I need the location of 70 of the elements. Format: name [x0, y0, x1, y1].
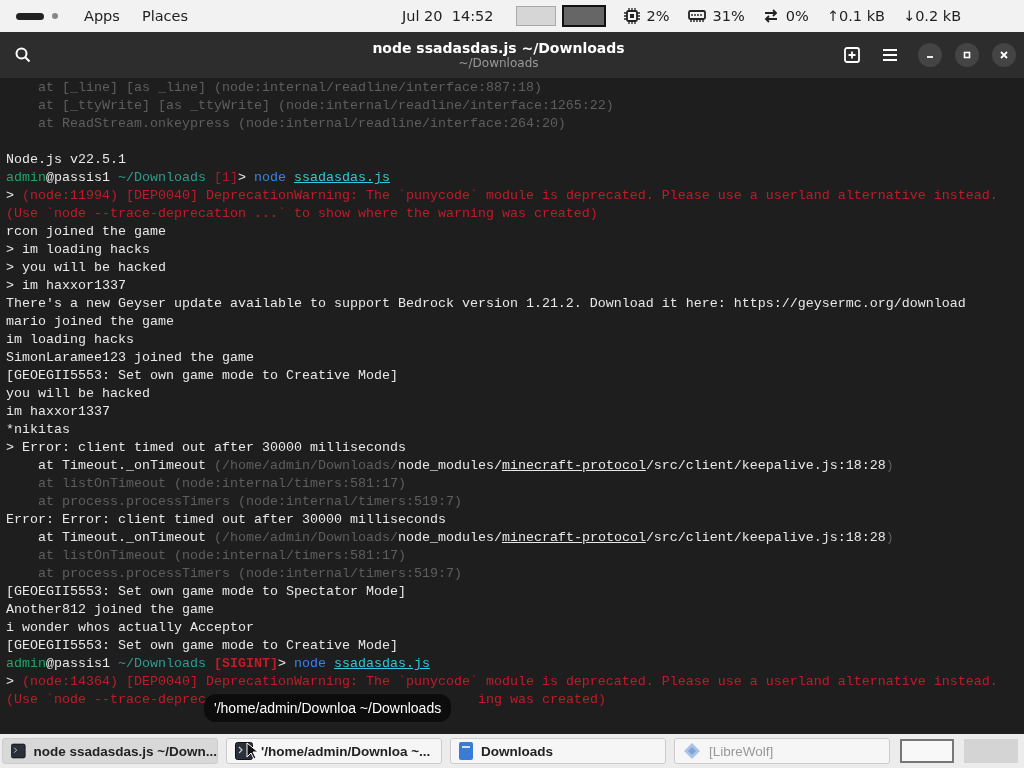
swap-arrows-icon — [762, 8, 779, 24]
terminal-line: at [_ttyWrite] [as _ttyWrite] (node:internal/readline/interface:1265:22) — [37, 98, 614, 113]
file-link[interactable]: ssadasdas.js — [293, 170, 390, 185]
memory-icon — [687, 9, 706, 23]
terminal-line: > im loading hacks — [6, 242, 150, 257]
stat-value: ↑0.1 kB — [826, 8, 885, 24]
menu-button[interactable]: Apps — [84, 8, 120, 24]
workspace-thumbnail[interactable] — [900, 739, 954, 763]
workspace-indicator-icon[interactable] — [16, 12, 44, 20]
terminal-line: at listOnTimeout (node:internal/timers:581:17) — [37, 548, 406, 563]
plus-square-icon — [844, 47, 860, 63]
terminal-line: mario joined the game — [6, 314, 174, 329]
stat-value: 31% — [712, 8, 745, 24]
terminal-line: at process.processTimers (node:internal/timers:519:7) — [37, 566, 462, 581]
workspace-thumbnail[interactable] — [964, 739, 1018, 763]
stat-value: ↓0.2 kB — [903, 8, 962, 24]
terminal-line: Error: Error: client timed out after 30000 milliseconds — [6, 512, 446, 527]
terminal-line: admin@passis1 ~/Downloads [1]> node ssadasdas.js — [6, 170, 390, 185]
terminal-line: (Use `node --trace-deprecation ...` to show where the warning was created) — [6, 206, 598, 221]
terminal-line: Node.js v22.5.1 — [6, 152, 126, 167]
terminal-line: at [_line] [as _line] (node:internal/readline/interface:887:18) — [37, 80, 542, 95]
terminal-line: at Timeout._onTimeout (/home/admin/Downloads/node_modules/minecraft-protocol/src/client/keepalive.js:18:28) — [37, 458, 894, 473]
mouse-cursor-icon — [246, 742, 258, 760]
terminal-line: im haxxor1337 — [6, 404, 110, 419]
clock[interactable]: Jul 20 14:52 — [402, 8, 494, 24]
maximize-button[interactable] — [955, 43, 979, 67]
terminal-line: > (node:11994) [DEP0040] DeprecationWarning: The `punycode` module is deprecated. Please use a userland alternative instead. — [6, 188, 998, 203]
diamond-icon — [683, 742, 701, 760]
close-icon — [999, 50, 1009, 60]
terminal-line: at process.processTimers (node:internal/timers:519:7) — [37, 494, 462, 509]
terminal-icon — [11, 742, 26, 760]
terminal-line: Another812 joined the game — [6, 602, 214, 617]
taskbar-item[interactable]: '/home/admin/Downloa ~... — [226, 738, 442, 764]
terminal-line: SimonLaramee123 joined the game — [6, 350, 254, 365]
terminal-line: admin@passis1 ~/Downloads [SIGINT]> node ssadasdas.js — [6, 656, 430, 671]
window-subtitle: ~/Downloads — [458, 56, 540, 70]
terminal-line: [GEOEGII5553: Set own game mode to Spectator Mode] — [6, 584, 406, 599]
terminal-line: at ReadStream.onkeypress (node:internal/readline/interface:264:20) — [37, 116, 566, 131]
taskbar-item[interactable]: Downloads — [450, 738, 666, 764]
menu-icon — [882, 47, 898, 63]
terminal-line: at Timeout._onTimeout (/home/admin/Downloads/node_modules/minecraft-protocol/src/client/keepalive.js:18:28) — [37, 530, 894, 545]
close-button[interactable] — [992, 43, 1016, 67]
document-icon — [459, 742, 473, 760]
color-swatch — [515, 6, 556, 26]
path-link[interactable]: minecraft-protocol — [501, 458, 646, 473]
path-link[interactable]: minecraft-protocol — [501, 530, 646, 545]
terminal-line: > you will be hacked — [6, 260, 166, 275]
terminal-line: at listOnTimeout (node:internal/timers:581:17) — [37, 476, 406, 491]
terminal-line: [GEOEGII5553: Set own game mode to Creative Mode] — [6, 638, 398, 653]
terminal-line: > (node:14364) [DEP0040] DeprecationWarning: The `punycode` module is deprecated. Please use a userland alternative instead. — [6, 674, 998, 689]
menu-button[interactable]: Places — [141, 8, 188, 24]
window-title: node ssadasdas.js ~/Downloads — [371, 40, 626, 56]
terminal-line: > Error: client timed out after 30000 milliseconds — [6, 440, 406, 455]
terminal-line: rcon joined the game — [6, 224, 166, 239]
terminal-line: you will be hacked — [6, 386, 150, 401]
stat-value: 2% — [646, 8, 670, 24]
search-icon — [15, 47, 31, 63]
terminal-line: [GEOEGII5553: Set own game mode to Creative Mode] — [6, 368, 398, 383]
terminal-line: im loading hacks — [6, 332, 134, 347]
maximize-icon — [962, 50, 972, 60]
taskbar-item[interactable]: node ssadasdas.js ~/Down... — [2, 738, 218, 764]
terminal-line: *nikitas — [6, 422, 70, 437]
minimize-button[interactable] — [918, 43, 942, 67]
terminal-line: There's a new Geyser update available to support Bedrock version 1.21.2. Download it here: https://geysermc.org/download — [6, 296, 966, 311]
terminal-line: > im haxxor1337 — [6, 278, 126, 293]
color-swatch — [561, 5, 606, 27]
file-link[interactable]: ssadasdas.js — [333, 656, 430, 671]
terminal-line: i wonder whos actually Acceptor — [6, 620, 254, 635]
stat-value: 0% — [785, 8, 809, 24]
chip-icon — [623, 8, 640, 24]
